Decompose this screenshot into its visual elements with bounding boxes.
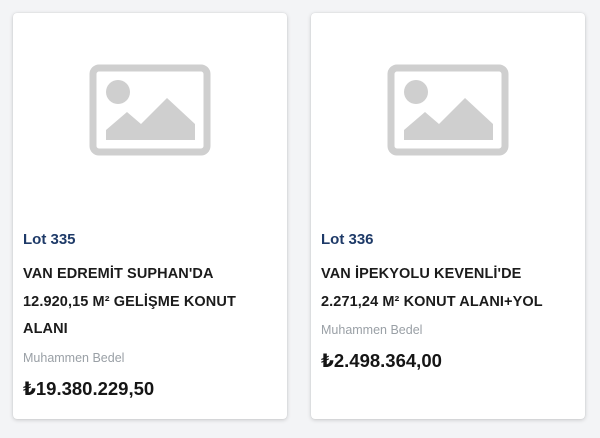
lot-card[interactable]: Lot 335 VAN EDREMİT SUPHAN'DA 12.920,15 …: [13, 13, 287, 419]
price-label: Muhammen Bedel: [23, 350, 125, 365]
lot-number: Lot 335: [23, 231, 76, 248]
price-label: Muhammen Bedel: [321, 323, 423, 337]
lot-price: ₺19.380.229,50: [23, 377, 155, 399]
image-placeholder-icon: [89, 64, 211, 156]
lot-title[interactable]: VAN İPEKYOLU KEVENLİ'DE 2.271,24 M² KONU…: [321, 261, 575, 316]
lot-title[interactable]: VAN EDREMİT SUPHAN'DA 12.920,15 M² GELİŞ…: [23, 261, 277, 344]
lot-image[interactable]: [311, 13, 585, 213]
lot-card-grid: Lot 335 VAN EDREMİT SUPHAN'DA 12.920,15 …: [0, 0, 600, 438]
lot-price: ₺2.498.364,00: [321, 350, 442, 371]
lot-number: Lot 336: [321, 231, 374, 248]
image-placeholder-icon: [387, 64, 509, 156]
lot-card[interactable]: Lot 336 VAN İPEKYOLU KEVENLİ'DE 2.271,24…: [311, 13, 585, 419]
lot-image[interactable]: [13, 13, 287, 213]
